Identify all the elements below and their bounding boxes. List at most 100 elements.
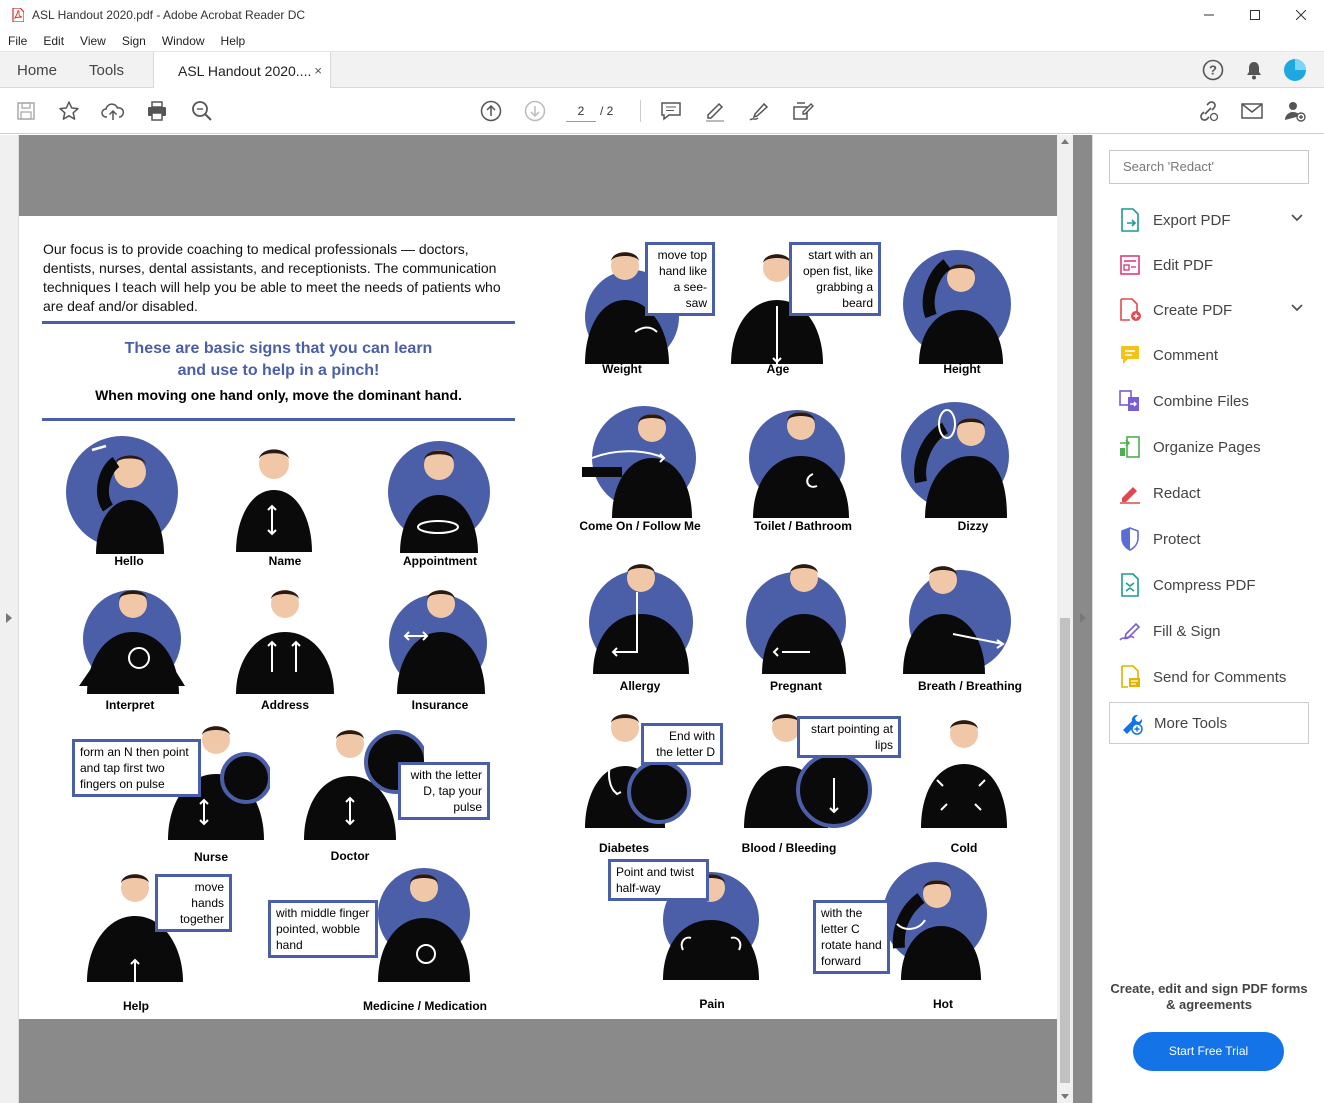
bookmark-star-icon[interactable]: [57, 99, 81, 123]
tools-search-input[interactable]: Search 'Redact': [1109, 150, 1309, 184]
account-avatar-icon[interactable]: [1283, 58, 1307, 82]
close-icon: [1296, 10, 1306, 20]
signer-figure: [903, 566, 1005, 674]
intro-paragraph: Our focus is to provide coaching to medi…: [43, 241, 501, 314]
collapse-right-panel-icon[interactable]: [1080, 613, 1086, 623]
left-panel-toggle[interactable]: [0, 135, 19, 1103]
signer-figure: [236, 449, 312, 552]
zoom-icon[interactable]: [190, 99, 214, 123]
scroll-down-icon[interactable]: [1061, 1094, 1069, 1099]
sign-label: Doctor: [330, 849, 370, 863]
combine-files-icon: [1117, 388, 1143, 414]
vertical-scrollbar[interactable]: [1057, 135, 1073, 1103]
tool-combine-files[interactable]: Combine Files: [1109, 381, 1309, 421]
chevron-down-icon[interactable]: [1291, 304, 1303, 312]
menu-sign[interactable]: Sign: [114, 34, 154, 48]
tab-document-label: ASL Handout 2020....: [178, 62, 312, 79]
sign-label: Pain: [699, 997, 725, 1011]
tool-protect[interactable]: Protect: [1109, 519, 1309, 559]
menu-window[interactable]: Window: [154, 34, 213, 48]
callout-pain: Point and twist half-way: [608, 859, 709, 901]
tab-home[interactable]: Home: [17, 52, 57, 88]
menu-help[interactable]: Help: [213, 34, 254, 48]
signer-figure: [892, 880, 981, 980]
redact-icon: [1117, 480, 1143, 506]
tool-label: Combine Files: [1153, 392, 1249, 410]
tab-tools[interactable]: Tools: [89, 52, 124, 88]
chevron-down-icon[interactable]: [1291, 214, 1303, 222]
tool-compress-pdf[interactable]: Compress PDF: [1109, 565, 1309, 605]
signer-figure: [236, 590, 334, 694]
sign-label: Age: [766, 362, 790, 376]
edit-stamp-icon[interactable]: [791, 99, 815, 123]
callout-doctor: with the letter D, tap your pulse: [398, 762, 490, 820]
close-button[interactable]: [1278, 0, 1324, 30]
page-down-icon[interactable]: [523, 99, 547, 123]
callout-diabetes: End with the letter D: [641, 723, 723, 765]
tool-fill-sign[interactable]: Fill & Sign: [1109, 611, 1309, 651]
signer-figure: [753, 412, 849, 518]
menu-edit[interactable]: Edit: [35, 34, 72, 48]
minimize-button[interactable]: [1186, 0, 1232, 30]
sign-label: Appointment: [403, 554, 477, 568]
sign-pen-icon[interactable]: [747, 99, 771, 123]
signer-figure: [397, 590, 485, 694]
upload-cloud-icon[interactable]: [101, 99, 125, 123]
tool-label: Comment: [1153, 346, 1219, 364]
tool-label: Redact: [1153, 484, 1201, 502]
scroll-up-icon[interactable]: [1061, 139, 1069, 144]
print-icon[interactable]: [145, 99, 169, 123]
pdf-page: Our focus is to provide coaching to medi…: [19, 216, 1057, 1019]
comment-icon[interactable]: [659, 99, 683, 123]
callout-blood: start pointing at lips: [797, 716, 901, 758]
document-viewport[interactable]: Our focus is to provide coaching to medi…: [0, 135, 1092, 1103]
notification-bell-icon[interactable]: [1242, 58, 1266, 82]
tool-send-for-comments[interactable]: Send for Comments: [1109, 657, 1309, 697]
more-tools-button[interactable]: More Tools: [1109, 702, 1309, 744]
maximize-button[interactable]: [1232, 0, 1278, 30]
tool-label: Edit PDF: [1153, 256, 1214, 274]
sign-label: Pregnant: [769, 679, 823, 693]
tool-comment[interactable]: Comment: [1109, 335, 1309, 375]
tool-export-pdf[interactable]: Export PDF: [1109, 200, 1309, 240]
callout-nurse: form an N then point and tap first two f…: [72, 739, 201, 797]
callout-age: start with an open fist, like grabbing a…: [789, 242, 881, 316]
tab-document[interactable]: ASL Handout 2020.... ×: [153, 52, 331, 89]
signer-figure: [400, 450, 478, 553]
start-free-trial-button[interactable]: Start Free Trial: [1133, 1032, 1284, 1071]
wrench-plus-icon: [1118, 710, 1144, 736]
tool-label: Create PDF: [1153, 301, 1233, 319]
tab-close-icon[interactable]: ×: [314, 63, 322, 78]
page-up-icon[interactable]: [479, 99, 503, 123]
svg-text:?: ?: [1209, 63, 1217, 78]
save-icon[interactable]: [14, 99, 38, 123]
help-icon[interactable]: ?: [1201, 58, 1225, 82]
sign-label: Height: [943, 362, 981, 376]
expand-left-icon[interactable]: [6, 613, 12, 623]
callout-help: move hands together: [155, 874, 232, 932]
share-link-icon[interactable]: [1196, 99, 1220, 123]
tool-create-pdf[interactable]: Create PDF: [1109, 290, 1309, 330]
page-number-input[interactable]: 2: [566, 100, 596, 122]
sign-label: Toilet / Bathroom: [754, 519, 852, 533]
menu-view[interactable]: View: [72, 34, 114, 48]
tool-label: More Tools: [1154, 714, 1228, 732]
tab-bar: Home Tools ASL Handout 2020.... × ?: [0, 52, 1324, 89]
export-pdf-icon: [1117, 207, 1143, 233]
signer-figure: [91, 444, 164, 554]
scroll-thumb[interactable]: [1060, 618, 1070, 1083]
window-title: ASL Handout 2020.pdf - Adobe Acrobat Rea…: [32, 8, 306, 22]
menu-bar: File Edit View Sign Window Help: [0, 30, 1324, 52]
fill-sign-icon: [1117, 618, 1143, 644]
highlight-pen-icon[interactable]: [703, 99, 727, 123]
tool-organize-pages[interactable]: Organize Pages: [1109, 427, 1309, 467]
email-icon[interactable]: [1240, 99, 1264, 123]
acrobat-icon: [12, 8, 24, 22]
tool-label: Organize Pages: [1153, 438, 1261, 456]
menu-file[interactable]: File: [0, 34, 35, 48]
sign-label: Name: [268, 554, 302, 568]
tool-edit-pdf[interactable]: Edit PDF: [1109, 245, 1309, 285]
tool-redact[interactable]: Redact: [1109, 473, 1309, 513]
signer-figure: [762, 564, 846, 674]
add-user-icon[interactable]: [1283, 99, 1307, 123]
